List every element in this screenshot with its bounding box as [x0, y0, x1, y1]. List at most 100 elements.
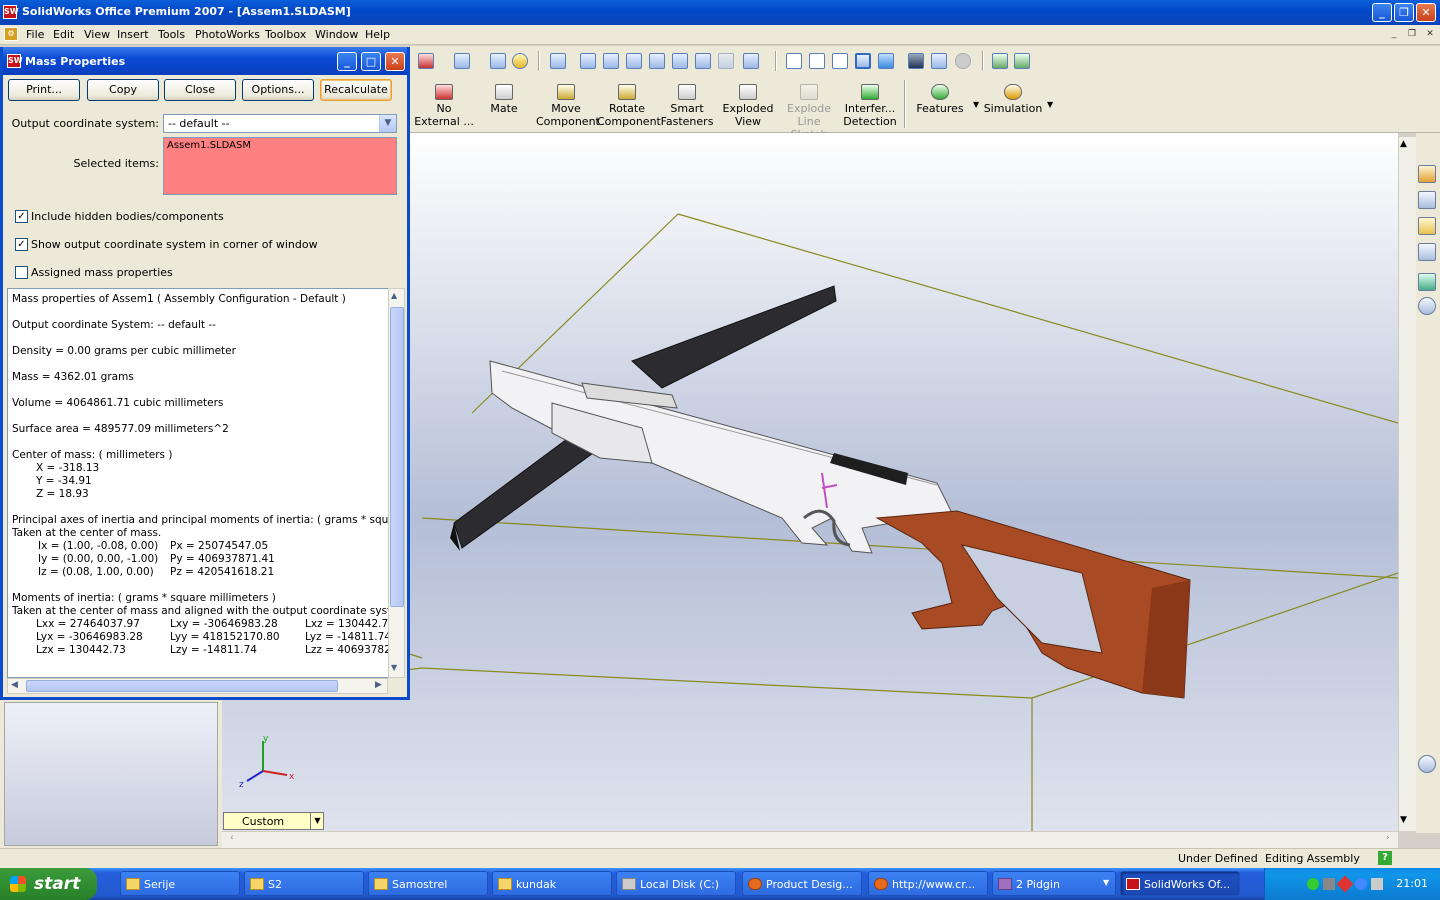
configuration-combo[interactable]: Custom ▼: [223, 812, 324, 830]
move-component-button[interactable]: Move Component: [536, 82, 600, 132]
properties-icon[interactable]: [490, 53, 506, 69]
doc-close-button[interactable]: ✕: [1422, 27, 1438, 41]
select-icon[interactable]: [550, 53, 566, 69]
dialog-minimize-button[interactable]: _: [337, 52, 357, 71]
display-pane-icon[interactable]: [454, 53, 470, 69]
group-dropdown-arrow-icon[interactable]: ▼: [1103, 878, 1109, 887]
view-orientation-icon[interactable]: [743, 53, 759, 69]
results-horizontal-scrollbar[interactable]: ◀ ▶: [7, 678, 388, 694]
minimize-button[interactable]: _: [1372, 3, 1392, 22]
menu-photoworks[interactable]: PhotoWorks: [195, 28, 260, 41]
doc-minimize-button[interactable]: _: [1386, 27, 1402, 41]
selected-item[interactable]: Assem1.SLDASM: [167, 140, 251, 151]
network-icon[interactable]: [1307, 878, 1319, 890]
monitor-icon[interactable]: [1323, 878, 1335, 890]
restore-button[interactable]: ❐: [1394, 3, 1414, 22]
section-view-icon[interactable]: [931, 53, 947, 69]
realview-icon[interactable]: [955, 53, 971, 69]
scroll-left-arrow-icon[interactable]: ◀: [11, 680, 18, 690]
zoom-selection-icon[interactable]: [649, 53, 665, 69]
simulation-tab-button[interactable]: Simulation: [983, 82, 1043, 132]
mate-button[interactable]: Mate: [474, 82, 534, 132]
output-coord-select[interactable]: -- default -- ▼: [163, 114, 397, 133]
task-s2[interactable]: S2: [244, 871, 364, 896]
task-product-design[interactable]: Product Desig...: [742, 871, 862, 896]
dialog-maximize-button[interactable]: □: [361, 52, 381, 71]
checkbox-box[interactable]: [15, 266, 28, 279]
help-icon[interactable]: [512, 53, 528, 69]
search-icon[interactable]: [1418, 243, 1436, 261]
copy-button[interactable]: Copy: [87, 79, 159, 101]
menu-file[interactable]: File: [26, 28, 44, 41]
zoom-in-out-icon[interactable]: [626, 53, 642, 69]
scrollbar-thumb[interactable]: [26, 680, 338, 692]
hidden-lines-removed-icon[interactable]: [832, 53, 848, 69]
scroll-up-arrow-icon[interactable]: ▲: [391, 291, 397, 300]
wireframe-icon[interactable]: [786, 53, 802, 69]
expand-pane-icon[interactable]: [1418, 755, 1436, 773]
close-button[interactable]: ✕: [1416, 3, 1436, 22]
doc-restore-button[interactable]: ❐: [1404, 27, 1420, 41]
rotate-view-icon[interactable]: [672, 53, 688, 69]
task-solidworks[interactable]: SolidWorks Of...: [1120, 871, 1240, 896]
combo-dropdown-arrow-icon[interactable]: ▼: [310, 813, 324, 829]
interference-detection-button[interactable]: Interfer... Detection: [840, 82, 900, 132]
features-dropdown-arrow-icon[interactable]: ▼: [973, 100, 979, 109]
viewport-vertical-scrollbar[interactable]: ▲ ▼: [1398, 137, 1416, 831]
menu-edit[interactable]: Edit: [53, 28, 74, 41]
scrollbar-thumb[interactable]: [390, 307, 404, 607]
hidden-lines-visible-icon[interactable]: [809, 53, 825, 69]
start-button[interactable]: start: [0, 868, 97, 900]
features-tab-button[interactable]: Features: [910, 82, 970, 132]
menu-tools[interactable]: Tools: [158, 28, 185, 41]
collapse-pane-icon[interactable]: [1418, 297, 1436, 315]
task-serije[interactable]: Serije: [120, 871, 240, 896]
dialog-close-button[interactable]: ✕: [385, 52, 405, 71]
no-external-references-button[interactable]: No External ...: [414, 82, 474, 132]
recalculate-button[interactable]: Recalculate: [320, 79, 392, 101]
menu-toolbox[interactable]: Toolbox: [265, 28, 306, 41]
pan-icon[interactable]: [695, 53, 711, 69]
view-palette-icon[interactable]: [1418, 273, 1436, 291]
explode-line-sketch-button[interactable]: ExplodeLine Sketch: [779, 82, 839, 141]
task-local-disk[interactable]: Local Disk (C:): [616, 871, 736, 896]
shadows-icon[interactable]: [908, 53, 924, 69]
smart-fasteners-button[interactable]: Smart Fasteners: [657, 82, 717, 132]
messenger-icon[interactable]: [1355, 878, 1367, 890]
scroll-up-arrow-icon[interactable]: ▲: [1400, 139, 1407, 149]
render-icon[interactable]: [1014, 53, 1030, 69]
menu-window[interactable]: Window: [315, 28, 358, 41]
mass-properties-results[interactable]: Mass properties of Assem1 ( Assembly Con…: [7, 288, 392, 678]
shaded-with-edges-icon[interactable]: [855, 53, 871, 69]
task-http[interactable]: http://www.cr...: [868, 871, 988, 896]
zoom-area-icon[interactable]: [603, 53, 619, 69]
scroll-right-arrow-icon[interactable]: ▶: [375, 680, 382, 690]
menu-insert[interactable]: Insert: [117, 28, 149, 41]
home-icon[interactable]: [1418, 165, 1436, 183]
viewport-horizontal-scrollbar[interactable]: ‹ ›: [222, 831, 1398, 848]
options-button[interactable]: Options...: [242, 79, 314, 101]
zoom-to-fit-icon[interactable]: [580, 53, 596, 69]
scroll-right-arrow-icon[interactable]: ›: [1386, 833, 1390, 843]
design-library-icon[interactable]: [1418, 191, 1436, 209]
scroll-down-arrow-icon[interactable]: ▼: [391, 663, 397, 672]
selected-items-list[interactable]: Assem1.SLDASM: [163, 137, 397, 195]
document-icon[interactable]: ⚙: [4, 27, 18, 41]
volume-icon[interactable]: [1371, 878, 1383, 890]
dialog-title-bar[interactable]: SW Mass Properties _ □ ✕: [3, 47, 407, 75]
print-button[interactable]: Print...: [8, 79, 80, 101]
simulation-dropdown-arrow-icon[interactable]: ▼: [1047, 100, 1053, 109]
chevron-down-icon[interactable]: ▼: [379, 115, 396, 132]
menu-help[interactable]: Help: [365, 28, 390, 41]
shaded-icon[interactable]: [878, 53, 894, 69]
file-explorer-icon[interactable]: [1418, 217, 1436, 235]
assembly-icon[interactable]: [418, 53, 434, 69]
checkbox-box[interactable]: ✓: [15, 238, 28, 251]
help-status-icon[interactable]: ?: [1378, 851, 1392, 865]
close-button[interactable]: Close: [164, 79, 236, 101]
scroll-down-arrow-icon[interactable]: ▼: [1400, 815, 1407, 825]
exploded-view-button[interactable]: Exploded View: [718, 82, 778, 132]
alert-icon[interactable]: [1336, 875, 1354, 893]
photoworks-icon[interactable]: [992, 53, 1008, 69]
roll-view-icon[interactable]: [718, 53, 734, 69]
